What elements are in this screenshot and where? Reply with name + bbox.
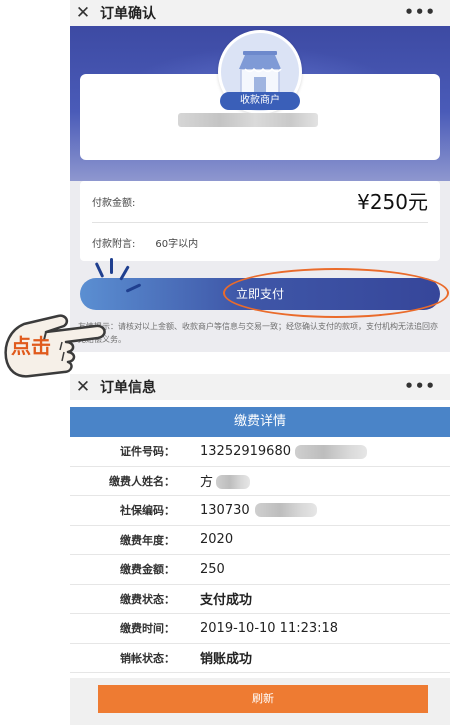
row-value: 13252919680 (200, 443, 291, 459)
detail-row-id-number: 证件号码： 13252919680 (70, 437, 450, 467)
refresh-bar: 刷新 (70, 678, 450, 725)
payment-details-list: 证件号码： 13252919680 缴费人姓名： 方 社保编码： 130730 … (70, 437, 450, 673)
redaction-blur (295, 445, 367, 459)
detail-row-payment-year: 缴费年度： 2020 (70, 526, 450, 555)
click-label: 点击 (11, 334, 51, 358)
row-value: 支付成功 (200, 593, 253, 609)
amount-label: 付款金额: (92, 198, 136, 209)
row-label: 缴费年度： (120, 533, 175, 547)
row-value: 销账成功 (200, 652, 253, 668)
row-label: 缴费时间： (120, 622, 175, 636)
amount-value: ¥250元 (357, 190, 428, 214)
detail-row-payment-time: 缴费时间： 2019-10-10 11:23:18 (70, 614, 450, 644)
payment-card: 付款金额: ¥250元 付款附言: 60字以内 (80, 181, 440, 261)
row-value: 130730 (200, 502, 250, 518)
page-title: 订单信息 (100, 380, 156, 396)
close-icon[interactable]: ✕ (70, 3, 96, 23)
detail-row-writeoff-status: 销帐状态： 销账成功 (70, 644, 450, 673)
section-header: 缴费详情 (70, 407, 450, 437)
more-icon[interactable]: ••• (404, 3, 436, 21)
note-label: 付款附言: (92, 239, 136, 250)
note-row[interactable]: 付款附言: 60字以内 (92, 224, 428, 261)
click-ray (110, 258, 113, 274)
redaction-blur (216, 474, 250, 489)
row-label: 缴费状态： (120, 592, 175, 606)
row-value: 2020 (200, 532, 234, 548)
row-label: 社保编码： (120, 504, 175, 518)
amount-row: 付款金额: ¥250元 (92, 181, 428, 223)
row-label: 缴费人姓名： (109, 474, 175, 488)
order-info-navbar: ✕ 订单信息 ••• (70, 374, 450, 400)
row-label: 证件号码： (120, 445, 175, 459)
more-icon[interactable]: ••• (404, 377, 436, 395)
merchant-badge: 收款商户 (220, 92, 300, 110)
row-label: 缴费金额： (120, 563, 175, 577)
row-value: 250 (200, 561, 225, 577)
close-icon[interactable]: ✕ (70, 377, 96, 397)
refresh-button[interactable]: 刷新 (98, 685, 428, 713)
note-input[interactable]: 60字以内 (155, 235, 198, 250)
row-value: 2019-10-10 11:23:18 (200, 620, 339, 636)
order-confirm-navbar: ✕ 订单确认 ••• (70, 0, 450, 26)
row-label: 销帐状态： (120, 651, 175, 665)
merchant-name-blurred (178, 113, 318, 127)
detail-row-payer-name: 缴费人姓名： 方 (70, 467, 450, 496)
detail-row-payment-amount: 缴费金额： 250 (70, 555, 450, 585)
redaction-blur (255, 503, 317, 517)
order-info-screen: ✕ 订单信息 ••• 缴费详情 证件号码： 13252919680 缴费人姓名：… (70, 374, 450, 725)
detail-row-social-security-code: 社保编码： 130730 (70, 496, 450, 526)
detail-row-payment-status: 缴费状态： 支付成功 (70, 585, 450, 614)
row-value: 方 (200, 475, 214, 491)
page-title: 订单确认 (100, 6, 156, 22)
